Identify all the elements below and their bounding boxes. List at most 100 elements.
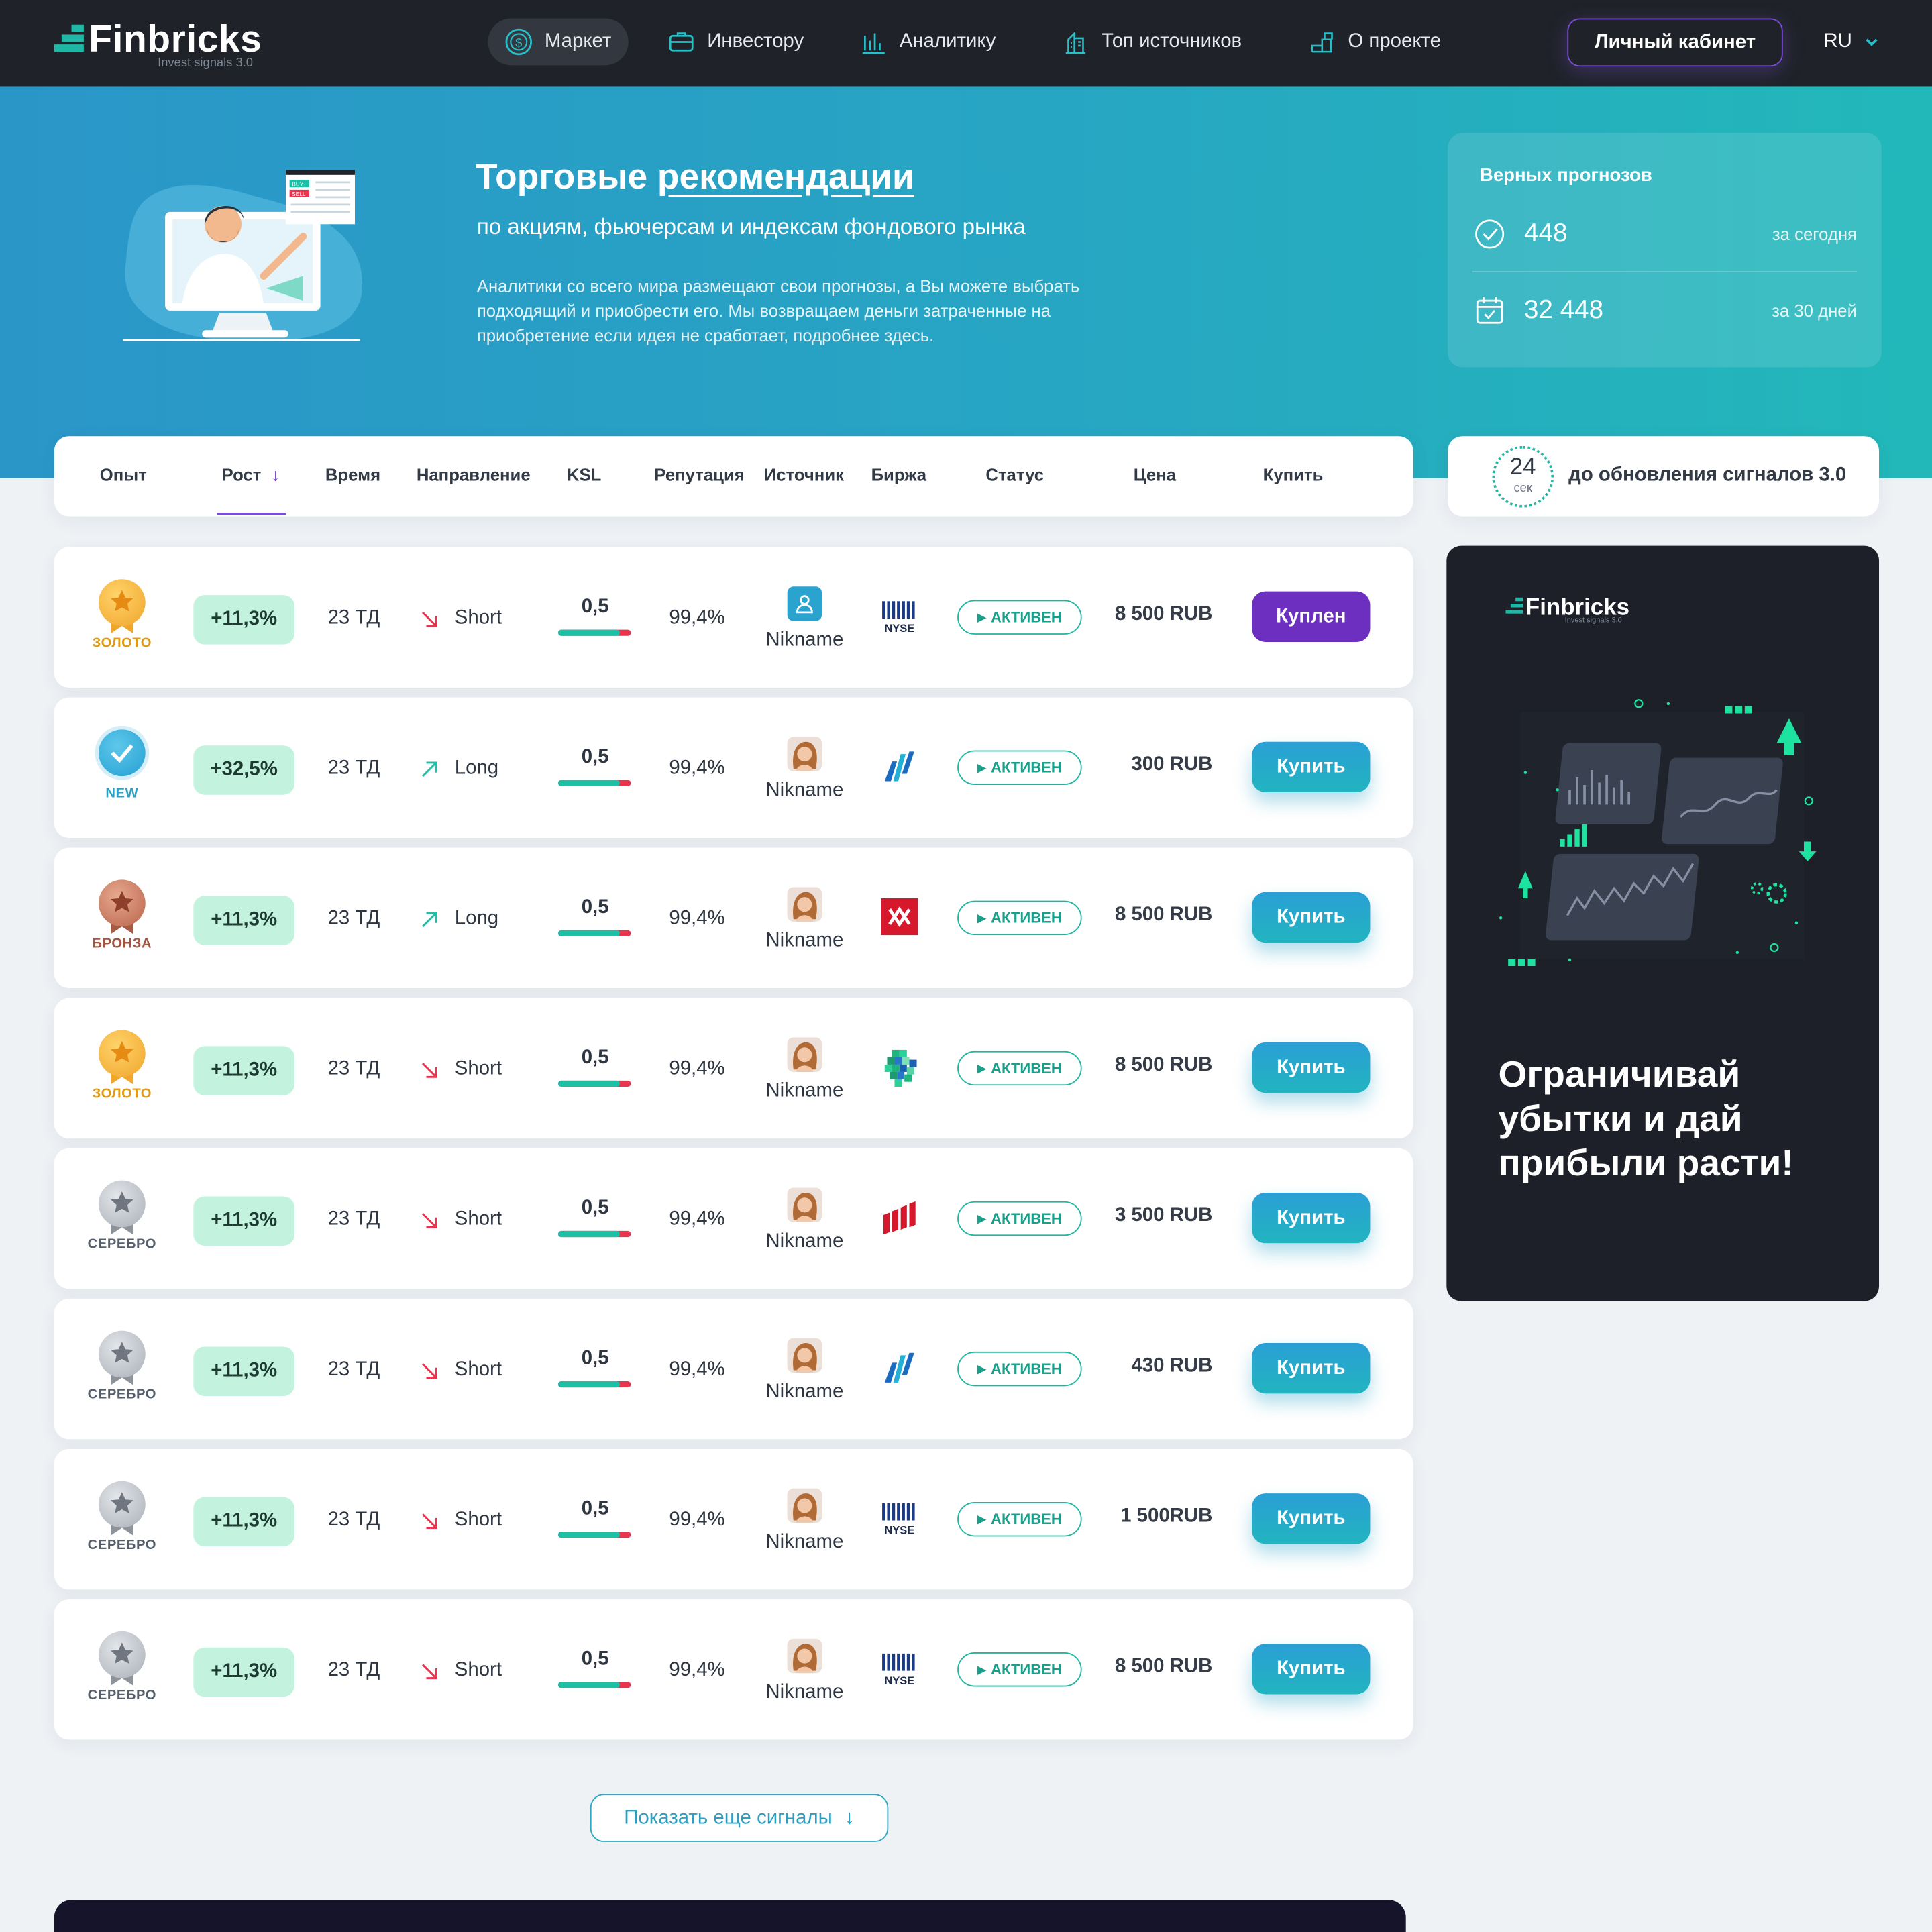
logo-text: Finbricks [89, 17, 262, 60]
col-reputation[interactable]: Репутация [654, 464, 744, 484]
signal-row[interactable]: СЕРЕБРО +11,3% 23 ТД Short 0,5 99,4% Nik… [54, 1148, 1413, 1289]
status-badge: ▶ АКТИВЕН [957, 750, 1082, 785]
signal-row[interactable]: СЕРЕБРО +11,3% 23 ТД Short 0,5 99,4% Nik… [54, 1298, 1413, 1440]
level-label: БРОНЗА [92, 936, 152, 951]
source-name[interactable]: Nikname [744, 1081, 865, 1103]
source-name[interactable]: Nikname [744, 780, 865, 802]
source-avatar-person-icon [787, 586, 822, 621]
status-badge: ▶ АКТИВЕН [957, 1051, 1082, 1086]
col-status[interactable]: Статус [985, 464, 1044, 484]
logo[interactable]: Finbricks Invest signals 3.0 [54, 17, 288, 74]
arrow-down-right-icon [421, 1663, 437, 1679]
stat-month: 32 448 за 30 дней [1472, 286, 1857, 335]
nav-investor[interactable]: Инвестору [651, 19, 821, 66]
growth-badge: +11,3% [193, 595, 294, 645]
nasdaq-logo-icon [884, 751, 914, 782]
time-value: 23 ТД [327, 1058, 380, 1079]
time-value: 23 ТД [327, 607, 380, 629]
timer-unit: сек [1513, 482, 1532, 496]
growth-badge: +11,3% [193, 1196, 294, 1246]
col-source[interactable]: Источник [764, 464, 844, 484]
price-value: 8 500 RUB [1114, 1656, 1213, 1677]
promo-banner[interactable]: Finbricks Invest signals 3.0 Ограничивай… [1446, 545, 1880, 1301]
play-icon: ▶ [977, 1061, 986, 1074]
stats-title: Верных прогнозов [1479, 165, 1652, 186]
source-avatar [787, 1037, 822, 1072]
signal-row[interactable]: СЕРЕБРО +11,3% 23 ТД Short 0,5 99,4% Nik… [54, 1449, 1413, 1590]
gold-medal-icon [98, 1030, 146, 1077]
logo-subtitle: Invest signals 3.0 [158, 56, 254, 70]
buy-button[interactable]: Купить [1252, 892, 1371, 943]
source-name[interactable]: Nikname [744, 630, 865, 652]
hero-title-link[interactable]: рекомендации [657, 158, 914, 197]
source-avatar [787, 887, 822, 922]
direction: Short [419, 1509, 502, 1532]
language-selector[interactable]: RU [1823, 31, 1879, 53]
info-stack-icon [1311, 32, 1333, 53]
level-label: СЕРЕБРО [87, 1387, 157, 1403]
bought-button[interactable]: Куплен [1252, 591, 1371, 642]
play-icon: ▶ [977, 911, 986, 924]
ksl-bar [558, 1532, 631, 1538]
top-header: Finbricks Invest signals 3.0 $ Маркет Ин… [0, 0, 1932, 87]
exchange-label: NYSE [884, 1524, 914, 1537]
arrow-down-right-icon [421, 1513, 437, 1529]
illustration-sell-label: SELL [292, 191, 306, 197]
status-label: АКТИВЕН [991, 1210, 1062, 1228]
logo-bricks-icon [54, 24, 87, 57]
col-growth[interactable]: Рост ↓ [222, 464, 280, 484]
direction: Short [419, 1359, 502, 1381]
source-name[interactable]: Nikname [744, 1381, 865, 1403]
ksl-value: 0,5 [581, 1047, 609, 1069]
signal-row[interactable]: БРОНЗА +11,3% 23 ТД Long 0,5 99,4% Nikna… [54, 847, 1413, 989]
col-ksl[interactable]: KSL [567, 464, 601, 484]
source-name[interactable]: Nikname [744, 930, 865, 953]
source-name[interactable]: Nikname [744, 1231, 865, 1253]
signal-row[interactable]: NEW +32,5% 23 ТД Long 0,5 99,4% Nikname … [54, 697, 1413, 838]
buildings-icon [1065, 31, 1086, 54]
buy-button[interactable]: Купить [1252, 1042, 1371, 1093]
language-label: RU [1823, 30, 1852, 52]
col-price[interactable]: Цена [1134, 464, 1176, 484]
nasdaq-logo-icon [884, 1352, 914, 1383]
col-direction[interactable]: Направление [417, 464, 531, 484]
reputation-value: 99,4% [669, 607, 725, 629]
nav-market[interactable]: $ Маркет [488, 18, 629, 66]
status-badge: ▶ АКТИВЕН [957, 900, 1082, 936]
signal-row[interactable]: ЗОЛОТО +11,3% 23 ТД Short 0,5 99,4% Nikn… [54, 547, 1413, 688]
direction-label: Short [454, 1058, 502, 1079]
col-experience[interactable]: Опыт [100, 464, 147, 484]
growth-badge: +11,3% [193, 1346, 294, 1397]
direction-label: Short [454, 1509, 502, 1531]
signal-row[interactable]: СЕРЕБРО +11,3% 23 ТД Short 0,5 99,4% Nik… [54, 1599, 1413, 1740]
personal-cabinet-button[interactable]: Личный кабинет [1567, 18, 1783, 67]
play-icon: ▶ [977, 1212, 986, 1224]
calendar-check-icon [1476, 297, 1503, 324]
nav-analyst[interactable]: Аналитику [843, 19, 1013, 66]
time-value: 23 ТД [327, 1509, 380, 1531]
timer-value: 24 [1509, 454, 1536, 481]
buy-button[interactable]: Купить [1252, 741, 1371, 793]
buy-button[interactable]: Купить [1252, 1493, 1371, 1544]
signal-row[interactable]: ЗОЛОТО +11,3% 23 ТД Short 0,5 99,4% Nikn… [54, 998, 1413, 1139]
show-more-signals-button[interactable]: Показать еще сигналы ↓ [590, 1794, 889, 1842]
buy-button[interactable]: Купить [1252, 1343, 1371, 1394]
nav-top-sources[interactable]: Топ источников [1045, 19, 1259, 66]
level-label: СЕРЕБРО [87, 1538, 157, 1553]
illustration-buy-label: BUY [292, 181, 303, 187]
buy-button[interactable]: Купить [1252, 1644, 1371, 1695]
gold-medal-icon [98, 579, 146, 627]
nav-about[interactable]: О проекте [1291, 19, 1458, 66]
ksl-value: 0,5 [581, 747, 609, 768]
col-exchange[interactable]: Биржа [871, 464, 927, 484]
growth-badge: +11,3% [193, 1647, 294, 1697]
nyse-logo-icon: NYSE [882, 601, 915, 635]
stat-today: 448 за сегодня [1472, 209, 1857, 258]
status-badge: ▶ АКТИВЕН [957, 600, 1082, 635]
price-value: 8 500 RUB [1114, 604, 1213, 625]
source-name[interactable]: Nikname [744, 1682, 865, 1704]
col-time[interactable]: Время [325, 464, 380, 484]
source-name[interactable]: Nikname [744, 1532, 865, 1554]
buy-button[interactable]: Купить [1252, 1192, 1371, 1244]
bottom-banner [54, 1900, 1406, 1932]
